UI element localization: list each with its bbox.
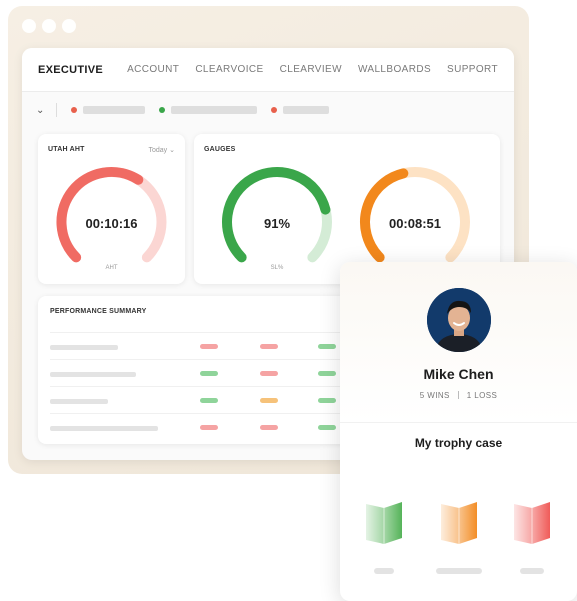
status-pill (260, 425, 278, 430)
nav-links: ACCOUNT CLEARVOICE CLEARVIEW WALLBOARDS … (127, 64, 498, 75)
divider (340, 422, 577, 423)
row-name-placeholder (50, 426, 158, 431)
divider (56, 103, 57, 117)
status-pill (318, 425, 336, 430)
status-pill (260, 371, 278, 376)
window-controls (22, 19, 76, 33)
status-dot-icon (159, 107, 165, 113)
row-name-placeholder (50, 372, 136, 377)
divider (457, 391, 459, 399)
profile-stats: 5 WINS 1 LOSS (340, 391, 577, 400)
wins-count: 5 WINS (419, 391, 450, 400)
filter-bar: ⌄ (22, 92, 514, 128)
status-pill (318, 371, 336, 376)
status-pill (318, 344, 336, 349)
window-dot-close[interactable] (22, 19, 36, 33)
status-pill (200, 371, 218, 376)
sl-gauge-fill (222, 167, 331, 263)
avatar[interactable] (427, 288, 491, 352)
trophy-label-placeholder (436, 568, 482, 574)
window-dot-minimize[interactable] (42, 19, 56, 33)
row-name-placeholder (50, 399, 108, 404)
trophy-case-title: My trophy case (414, 436, 503, 450)
status-dot-icon (71, 107, 77, 113)
nav-link-wallboards[interactable]: WALLBOARDS (358, 64, 431, 75)
nav-link-clearvoice[interactable]: CLEARVOICE (195, 64, 263, 75)
filter-placeholder (171, 106, 257, 114)
profile-name: Mike Chen (423, 366, 494, 382)
sl-value: 91% (263, 216, 291, 231)
brand-title: EXECUTIVE (38, 63, 104, 76)
performance-title: PERFORMANCE SUMMARY (50, 308, 147, 315)
filter-chip-2[interactable] (159, 106, 257, 114)
nav-link-support[interactable]: SUPPORT (447, 64, 498, 75)
status-pill (200, 398, 218, 403)
filter-placeholder (283, 106, 329, 114)
status-pill (260, 344, 278, 349)
top-nav: EXECUTIVE ACCOUNT CLEARVOICE CLEARVIEW W… (22, 48, 514, 92)
time-value: 00:08:51 (388, 216, 442, 231)
status-pill (318, 398, 336, 403)
status-pill (200, 425, 218, 430)
profile-card: Mike Chen 5 WINS 1 LOSS My trophy case (340, 262, 577, 601)
status-pill (200, 344, 218, 349)
losses-count: 1 LOSS (466, 391, 498, 400)
trophy-red-icon[interactable] (510, 498, 554, 548)
window-dot-maximize[interactable] (62, 19, 76, 33)
trophy-green-icon[interactable] (362, 498, 406, 548)
filter-chip-3[interactable] (271, 106, 329, 114)
row-name-placeholder (50, 345, 118, 350)
trophy-label-placeholder (520, 568, 544, 574)
aht-gauge (56, 166, 167, 263)
trophy-label-placeholder (374, 568, 394, 574)
sl-label: SL% (270, 265, 284, 271)
aht-value: 00:10:16 (85, 216, 138, 231)
status-dot-icon (271, 107, 277, 113)
filter-chip-1[interactable] (71, 106, 145, 114)
nav-link-clearview[interactable]: CLEARVIEW (280, 64, 342, 75)
aht-gauge-fill (56, 166, 144, 263)
avatar-photo-icon (427, 288, 491, 352)
chevron-down-icon[interactable]: ⌄ (36, 105, 46, 116)
status-pill (260, 398, 278, 403)
aht-label: AHT (105, 265, 118, 271)
aht-card[interactable]: UTAH AHT Today ⌄ 00:10:16 AHT (38, 134, 185, 284)
nav-link-account[interactable]: ACCOUNT (127, 64, 179, 75)
filter-placeholder (83, 106, 145, 114)
trophy-orange-icon[interactable] (437, 498, 481, 548)
